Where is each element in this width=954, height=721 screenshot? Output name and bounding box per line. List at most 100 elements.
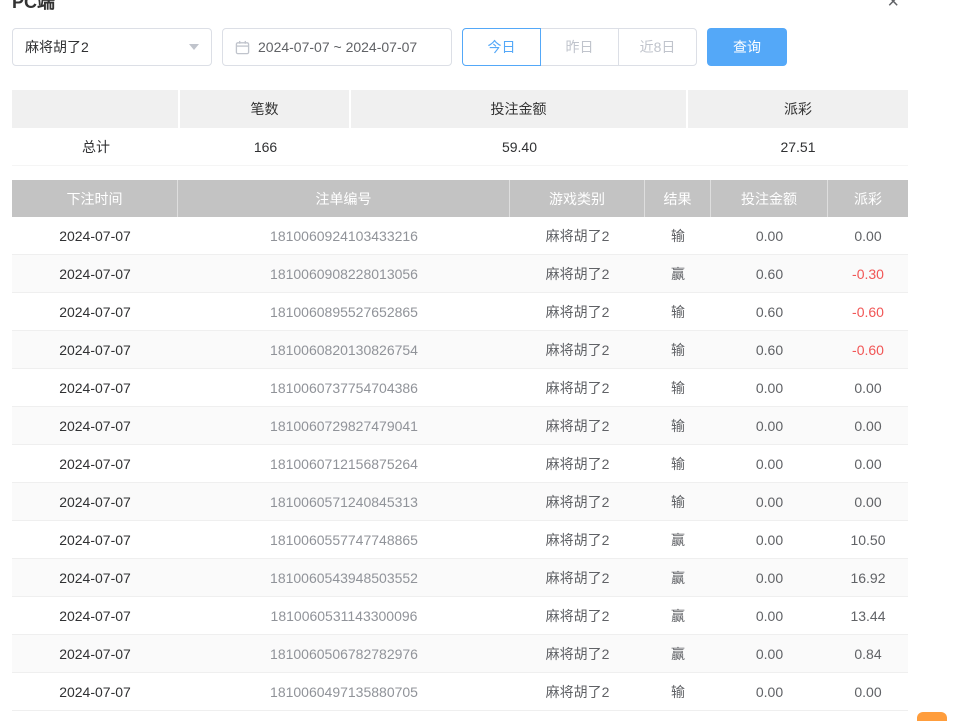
cell-payout: 16.92 [828,559,908,596]
quick-range-group: 今日 昨日 近8日 [462,28,697,66]
table-row: 2024-07-071810060506782782976麻将胡了2赢0.000… [12,635,908,673]
summary-table: 笔数 投注金额 派彩 总计 166 59.40 27.51 [12,90,908,166]
cell-time: 2024-07-07 [12,293,178,330]
table-row: 2024-07-071810060712156875264麻将胡了2输0.000… [12,445,908,483]
cell-game: 麻将胡了2 [510,597,645,634]
cell-id: 1810060571240845313 [178,483,510,520]
today-button[interactable]: 今日 [462,28,541,66]
table-row: 2024-07-071810060531143300096麻将胡了2赢0.001… [12,597,908,635]
cell-time: 2024-07-07 [12,673,178,710]
table-row: 2024-07-071810060895527652865麻将胡了2输0.60-… [12,293,908,331]
summary-total-count: 166 [180,128,351,165]
cell-bet: 0.60 [711,293,828,330]
header-game-type: 游戏类别 [510,180,645,217]
bet-table: 下注时间 注单编号 游戏类别 结果 投注金额 派彩 2024-07-071810… [12,180,908,711]
cell-game: 麻将胡了2 [510,445,645,482]
cell-payout: 0.00 [828,407,908,444]
cell-game: 麻将胡了2 [510,559,645,596]
floating-service-widget[interactable] [917,712,947,721]
cell-time: 2024-07-07 [12,483,178,520]
cell-id: 1810060506782782976 [178,635,510,672]
cell-payout: 0.00 [828,483,908,520]
yesterday-button[interactable]: 昨日 [540,28,619,66]
summary-header-payout: 派彩 [688,90,908,128]
summary-total-bet-amount: 59.40 [351,128,688,165]
cell-id: 1810060497135880705 [178,673,510,710]
cell-game: 麻将胡了2 [510,483,645,520]
table-row: 2024-07-071810060737754704386麻将胡了2输0.000… [12,369,908,407]
header-bet-amount: 投注金额 [711,180,828,217]
cell-result: 输 [645,331,711,368]
cell-result: 输 [645,369,711,406]
filter-bar: 麻将胡了2 2024-07-07 ~ 2024-07-07 今日 昨日 近8日 … [12,28,787,66]
cell-bet: 0.00 [711,217,828,254]
cell-result: 赢 [645,597,711,634]
cell-id: 1810060531143300096 [178,597,510,634]
cell-time: 2024-07-07 [12,445,178,482]
summary-total-payout: 27.51 [688,128,908,165]
date-range-input[interactable]: 2024-07-07 ~ 2024-07-07 [222,28,452,66]
cell-id: 1810060820130826754 [178,331,510,368]
cell-time: 2024-07-07 [12,331,178,368]
chevron-down-icon [189,44,199,50]
cell-result: 赢 [645,521,711,558]
cell-game: 麻将胡了2 [510,407,645,444]
summary-header-count: 笔数 [180,90,351,128]
cell-payout: -0.30 [828,255,908,292]
cell-result: 赢 [645,255,711,292]
bet-records-page: PC端 × 麻将胡了2 2024-07-07 ~ 2024-07-07 今日 昨… [0,0,954,721]
cell-result: 赢 [645,635,711,672]
cell-result: 赢 [645,559,711,596]
table-row: 2024-07-071810060557747748865麻将胡了2赢0.001… [12,521,908,559]
bet-table-body: 2024-07-071810060924103433216麻将胡了2输0.000… [12,217,908,711]
cell-time: 2024-07-07 [12,559,178,596]
cell-time: 2024-07-07 [12,597,178,634]
cell-bet: 0.00 [711,407,828,444]
cell-bet: 0.60 [711,331,828,368]
close-icon[interactable]: × [887,0,899,12]
cell-id: 1810060543948503552 [178,559,510,596]
cell-game: 麻将胡了2 [510,331,645,368]
cell-result: 输 [645,673,711,710]
cell-result: 输 [645,445,711,482]
cell-game: 麻将胡了2 [510,635,645,672]
cell-id: 1810060737754704386 [178,369,510,406]
summary-header-bet-amount: 投注金额 [351,90,688,128]
cell-payout: 0.84 [828,635,908,672]
cell-payout: 10.50 [828,521,908,558]
cell-result: 输 [645,293,711,330]
cell-payout: -0.60 [828,293,908,330]
table-row: 2024-07-071810060497135880705麻将胡了2输0.000… [12,673,908,711]
cell-id: 1810060557747748865 [178,521,510,558]
cell-bet: 0.00 [711,445,828,482]
page-title: PC端 [12,0,55,14]
cell-game: 麻将胡了2 [510,255,645,292]
cell-time: 2024-07-07 [12,635,178,672]
search-button[interactable]: 查询 [707,28,787,66]
cell-bet: 0.00 [711,521,828,558]
header-bet-id: 注单编号 [178,180,510,217]
summary-total-label: 总计 [12,128,180,165]
cell-time: 2024-07-07 [12,255,178,292]
cell-time: 2024-07-07 [12,369,178,406]
cell-time: 2024-07-07 [12,521,178,558]
table-row: 2024-07-071810060543948503552麻将胡了2赢0.001… [12,559,908,597]
cell-result: 输 [645,217,711,254]
summary-header-row: 笔数 投注金额 派彩 [12,90,908,128]
cell-payout: 13.44 [828,597,908,634]
cell-id: 1810060712156875264 [178,445,510,482]
last-8-days-button[interactable]: 近8日 [618,28,697,66]
cell-bet: 0.00 [711,673,828,710]
game-select-value: 麻将胡了2 [25,37,89,57]
bet-table-header: 下注时间 注单编号 游戏类别 结果 投注金额 派彩 [12,180,908,217]
table-row: 2024-07-071810060820130826754麻将胡了2输0.60-… [12,331,908,369]
game-select[interactable]: 麻将胡了2 [12,28,212,66]
header-bet-time: 下注时间 [12,180,178,217]
cell-id: 1810060908228013056 [178,255,510,292]
cell-payout: 0.00 [828,673,908,710]
cell-time: 2024-07-07 [12,217,178,254]
table-row: 2024-07-071810060729827479041麻将胡了2输0.000… [12,407,908,445]
cell-bet: 0.60 [711,255,828,292]
cell-bet: 0.00 [711,635,828,672]
summary-header-empty [12,90,180,128]
